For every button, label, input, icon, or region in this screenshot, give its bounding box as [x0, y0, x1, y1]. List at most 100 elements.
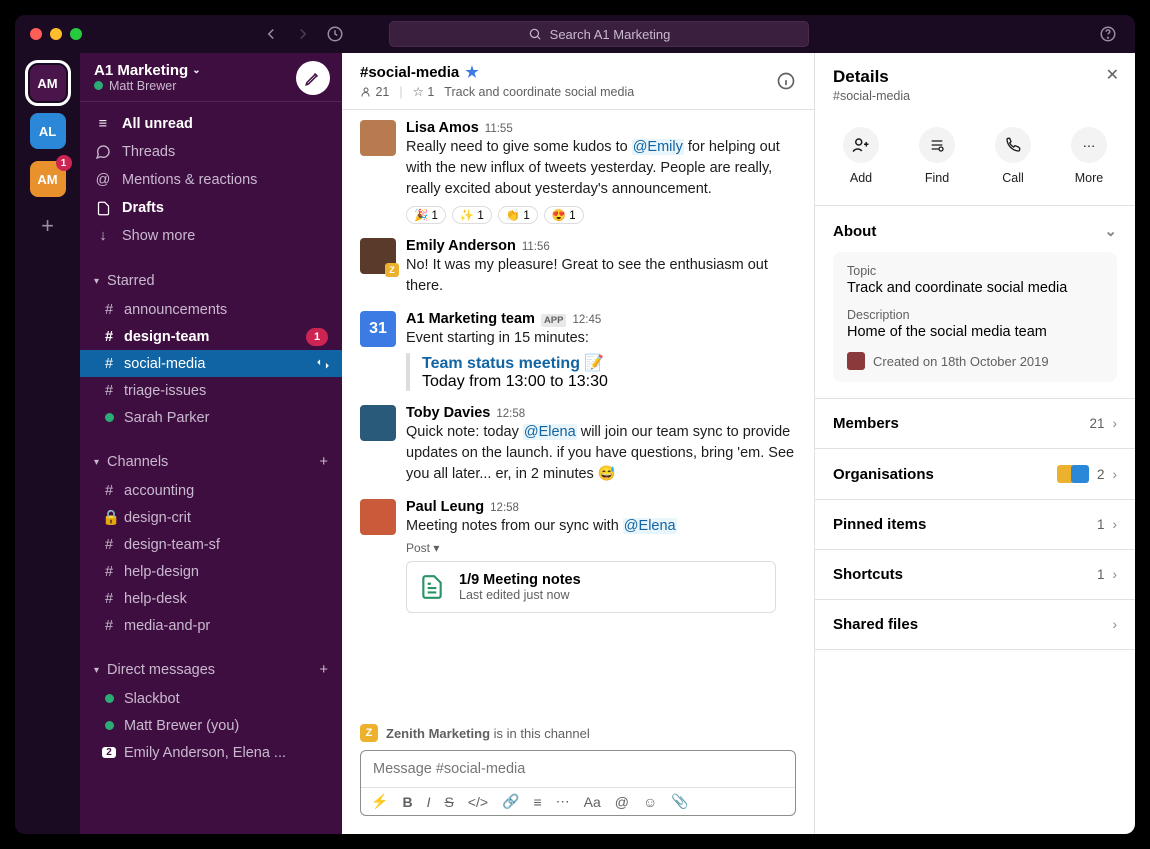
message-time: 12:45 [572, 314, 601, 326]
history-icon[interactable] [326, 25, 344, 43]
avatar[interactable] [360, 405, 396, 441]
chevron-down-icon: ⌄ [192, 65, 200, 76]
sidebar-item-slackbot[interactable]: Slackbot [80, 685, 342, 712]
details-shortcuts-row[interactable]: Shortcuts1› [815, 550, 1135, 600]
list-icon[interactable]: ≡ [533, 794, 541, 810]
sidebar-item-accounting[interactable]: #accounting [80, 477, 342, 504]
reaction[interactable]: 👏 1 [498, 206, 538, 224]
mention-icon[interactable]: @ [615, 794, 629, 810]
details-pinned-row[interactable]: Pinned items1› [815, 500, 1135, 550]
sidebar-item-media-and-pr[interactable]: #media-and-pr [80, 612, 342, 639]
lightning-icon[interactable]: ⚡ [371, 793, 388, 810]
message-author[interactable]: Toby Davies [406, 405, 490, 421]
message-author[interactable]: Lisa Amos [406, 120, 479, 136]
star-icon[interactable]: ★ [465, 63, 478, 81]
post-label[interactable]: Post ▾ [406, 541, 796, 555]
sidebar-item-help-desk[interactable]: #help-desk [80, 585, 342, 612]
sidebar-item-design-team-sf[interactable]: #design-team-sf [80, 531, 342, 558]
topic-value[interactable]: Track and coordinate social media [847, 280, 1103, 296]
event-time: Today from 13:00 to 13:30 [422, 373, 796, 391]
italic-icon[interactable]: I [427, 794, 431, 810]
swap-icon [314, 357, 332, 371]
sidebar-item-design-crit[interactable]: 🔒design-crit [80, 504, 342, 531]
details-call-button[interactable]: Call [995, 127, 1031, 185]
description-value[interactable]: Home of the social media team [847, 324, 1103, 340]
workspace-am[interactable]: AM [30, 65, 66, 101]
nav-threads[interactable]: Threads [80, 138, 342, 166]
nav-drafts[interactable]: Drafts [80, 194, 342, 222]
info-icon[interactable] [776, 71, 796, 91]
details-more-button[interactable]: ⋯More [1071, 127, 1107, 185]
message-input[interactable] [361, 751, 795, 787]
chevron-down-icon[interactable]: ⌄ [1104, 222, 1117, 240]
details-members-row[interactable]: Members21› [815, 399, 1135, 449]
attach-icon[interactable]: 📎 [671, 793, 688, 810]
nav-mentions[interactable]: @Mentions & reactions [80, 166, 342, 194]
add-icon[interactable]: + [320, 454, 328, 470]
message-composer[interactable]: ⚡ B I S </> 🔗 ≡ ⋯ Aa @ ☺ 📎 [360, 750, 796, 816]
current-user: Matt Brewer [94, 79, 201, 93]
forward-icon[interactable] [294, 25, 312, 43]
details-files-row[interactable]: Shared files› [815, 600, 1135, 650]
pin-count[interactable]: ☆ 1 [413, 84, 435, 99]
message-time: 12:58 [490, 502, 519, 514]
bold-icon[interactable]: B [402, 794, 412, 810]
reaction[interactable]: 😍 1 [544, 206, 584, 224]
window-close[interactable] [30, 28, 42, 40]
back-icon[interactable] [262, 25, 280, 43]
mention[interactable]: @Emily [632, 139, 684, 155]
emoji-icon[interactable]: ☺ [643, 794, 657, 810]
search-text: Search A1 Marketing [550, 27, 671, 42]
details-orgs-row[interactable]: Organisations2› [815, 449, 1135, 500]
section-channels[interactable]: ▾Channels+ [80, 447, 342, 477]
workspace-am[interactable]: AM1 [30, 161, 66, 197]
more-format-icon[interactable]: ⋯ [556, 793, 570, 810]
sidebar-item-matt-brewer-you-[interactable]: Matt Brewer (you) [80, 712, 342, 739]
strike-icon[interactable]: S [444, 794, 453, 810]
section-direct-messages[interactable]: ▾Direct messages+ [80, 655, 342, 685]
sidebar-item-design-team[interactable]: #design-team1 [80, 323, 342, 350]
search-input[interactable]: Search A1 Marketing [389, 21, 809, 47]
workspace-name[interactable]: A1 Marketing ⌄ [94, 62, 201, 79]
details-find-button[interactable]: Find [919, 127, 955, 185]
sidebar-item-emily-anderson-elena-[interactable]: 2Emily Anderson, Elena ... [80, 739, 342, 766]
mention[interactable]: @Elena [523, 424, 577, 440]
nav-show-more[interactable]: ↓Show more [80, 222, 342, 250]
sidebar-item-social-media[interactable]: #social-media [80, 350, 342, 377]
window-minimize[interactable] [50, 28, 62, 40]
message-author[interactable]: Emily Anderson [406, 238, 516, 254]
sidebar-item-sarah-parker[interactable]: Sarah Parker [80, 404, 342, 431]
window-zoom[interactable] [70, 28, 82, 40]
member-count[interactable]: 21 [360, 85, 389, 99]
message-time: 11:55 [485, 123, 513, 135]
link-icon[interactable]: 🔗 [502, 793, 519, 810]
close-icon[interactable]: ✕ [1106, 65, 1119, 85]
sidebar-item-announcements[interactable]: #announcements [80, 296, 342, 323]
sidebar-item-help-design[interactable]: #help-design [80, 558, 342, 585]
channel-title[interactable]: #social-media ★ [360, 63, 634, 81]
font-icon[interactable]: Aa [584, 794, 601, 810]
app-badge: APP [541, 314, 567, 327]
details-add-button[interactable]: Add [843, 127, 879, 185]
help-icon[interactable] [1099, 25, 1117, 43]
avatar[interactable]: Z [360, 238, 396, 274]
message-author[interactable]: Paul Leung [406, 499, 484, 515]
avatar[interactable] [360, 499, 396, 535]
code-icon[interactable]: </> [468, 794, 488, 810]
add-icon[interactable]: + [320, 662, 328, 678]
post-card[interactable]: 1/9 Meeting notesLast edited just now [406, 561, 776, 613]
threads-icon [94, 144, 112, 160]
message-author[interactable]: A1 Marketing team [406, 311, 535, 327]
event-title[interactable]: Team status meeting 📝 [422, 353, 796, 373]
workspace-al[interactable]: AL [30, 113, 66, 149]
reaction[interactable]: 🎉 1 [406, 206, 446, 224]
sidebar-item-triage-issues[interactable]: #triage-issues [80, 377, 342, 404]
compose-button[interactable] [296, 61, 330, 95]
reaction[interactable]: ✨ 1 [452, 206, 492, 224]
mention[interactable]: @Elena [623, 518, 677, 534]
section-starred[interactable]: ▾Starred [80, 266, 342, 296]
nav-all-unread[interactable]: ≡All unread [80, 110, 342, 138]
add-workspace-button[interactable]: + [41, 213, 54, 239]
avatar[interactable] [360, 120, 396, 156]
avatar[interactable]: 31 [360, 311, 396, 347]
